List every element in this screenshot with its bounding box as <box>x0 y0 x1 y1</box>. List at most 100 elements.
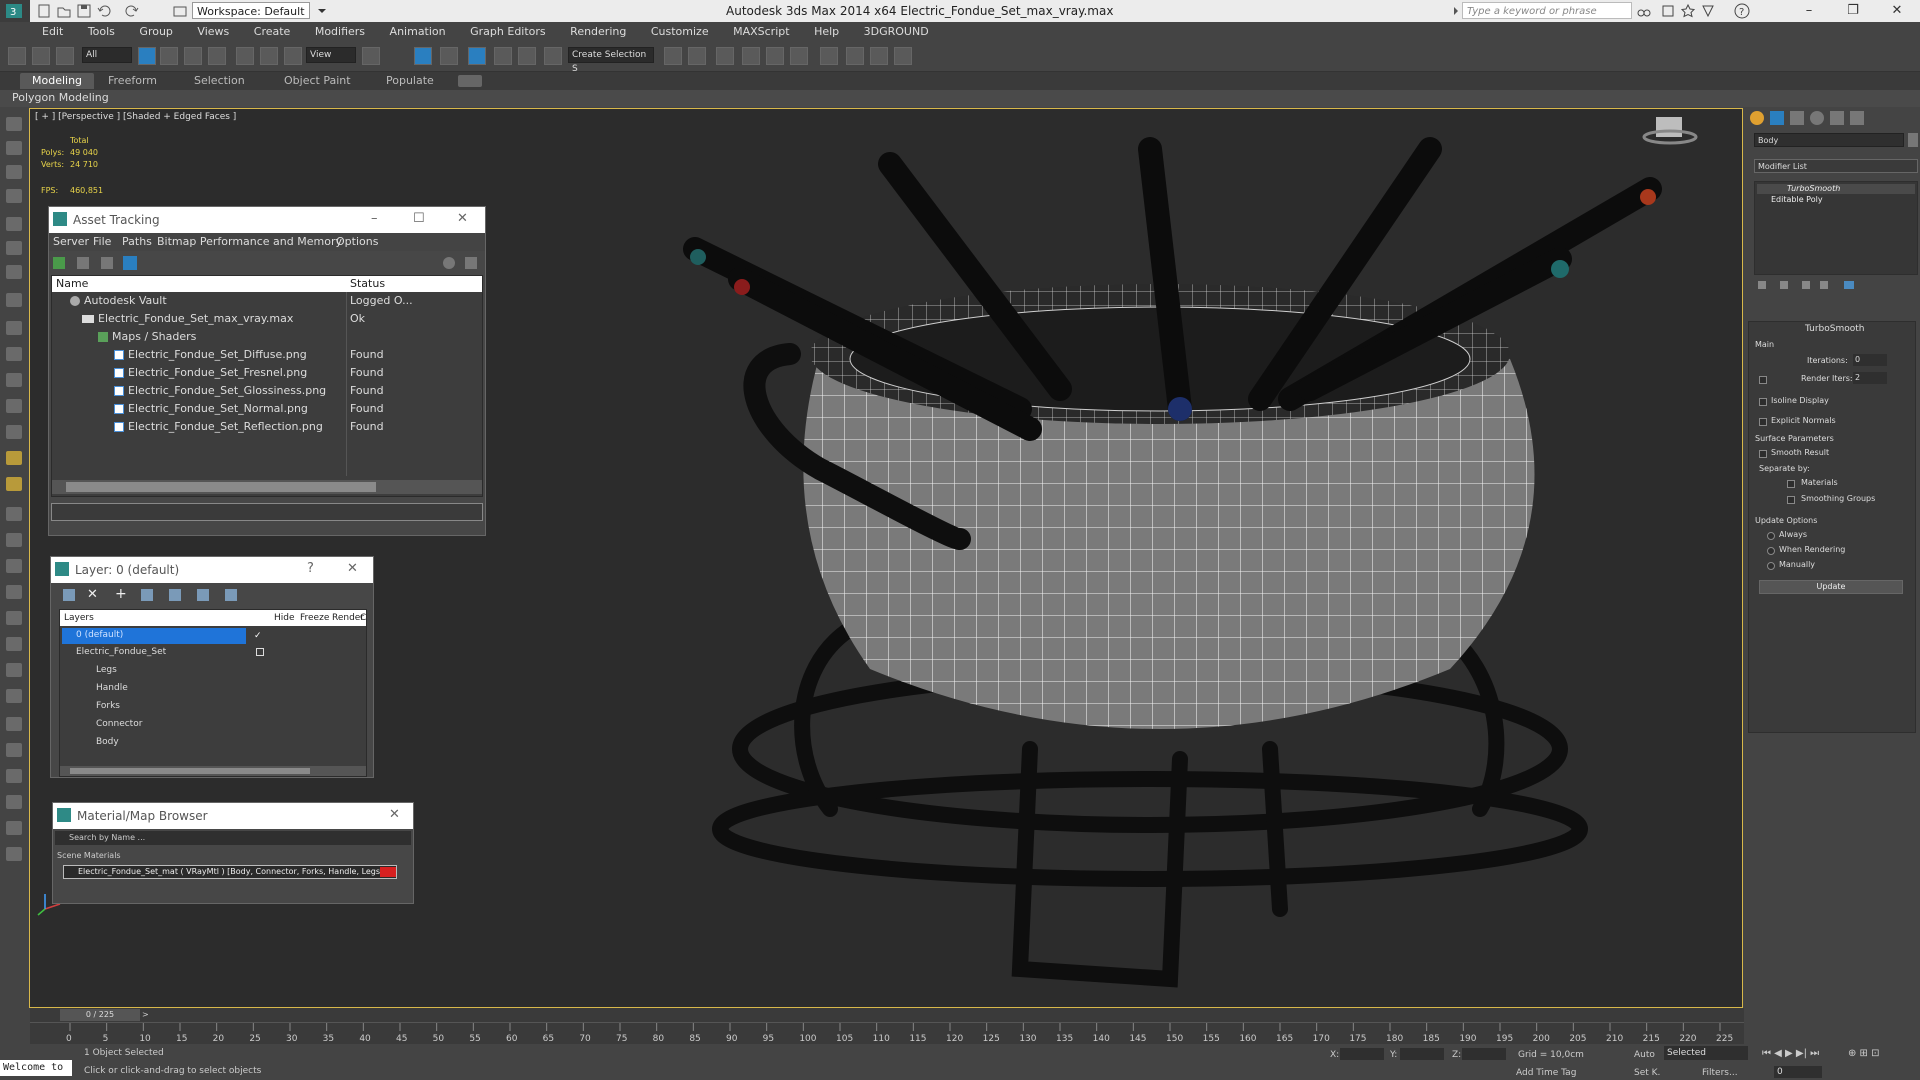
next-frame-icon[interactable]: > <box>142 1010 149 1019</box>
named-selection-set-dropdown[interactable]: Create Selection S <box>568 47 654 74</box>
layer-manager-icon[interactable] <box>716 47 734 65</box>
cylinder-icon[interactable] <box>6 189 22 203</box>
minimize-icon[interactable]: – <box>371 211 378 226</box>
smoothing-groups-checkbox[interactable] <box>1787 496 1795 504</box>
remove-modifier-icon[interactable] <box>1820 281 1828 289</box>
auto-key-button[interactable]: Auto <box>1634 1050 1655 1060</box>
camera-icon[interactable] <box>6 217 22 231</box>
maximize-icon[interactable]: ☐ <box>413 211 425 226</box>
isoline-display-checkbox[interactable] <box>1759 398 1767 406</box>
menu-modifiers[interactable]: Modifiers <box>303 22 374 38</box>
column-freeze[interactable]: Freeze <box>300 610 329 626</box>
horizontal-scrollbar[interactable] <box>52 480 482 494</box>
refresh-icon[interactable] <box>53 257 65 269</box>
cloth-icon[interactable] <box>6 611 22 625</box>
scrollbar-thumb[interactable] <box>70 768 310 774</box>
explicit-normals-checkbox[interactable] <box>1759 418 1767 426</box>
layer-titlebar[interactable]: Layer: 0 (default) ? ✕ <box>51 557 373 583</box>
cone-icon[interactable] <box>6 399 22 413</box>
polygon-modeling-label[interactable]: Polygon Modeling <box>12 91 109 104</box>
select-object-icon[interactable] <box>138 47 156 65</box>
pyramid-icon[interactable] <box>6 425 22 439</box>
project-folder-icon[interactable] <box>172 3 188 19</box>
menu-views[interactable]: Views <box>185 22 238 38</box>
tab-modeling[interactable]: Modeling <box>20 73 95 89</box>
stack-item-editable-poly[interactable]: Editable Poly <box>1757 195 1915 205</box>
select-by-name-icon[interactable] <box>160 47 178 65</box>
layer-active-box[interactable] <box>256 648 264 656</box>
x-coord-field[interactable] <box>1340 1048 1384 1060</box>
new-file-icon[interactable] <box>36 3 52 19</box>
material-editor-icon[interactable] <box>820 47 838 65</box>
selection-filter-dropdown[interactable]: All <box>82 47 132 63</box>
app-logo-icon[interactable]: 3 <box>0 0 30 22</box>
hide-all-icon[interactable] <box>197 589 209 601</box>
script-icon[interactable] <box>6 743 22 757</box>
info-center-icon[interactable] <box>1700 3 1716 19</box>
menu-help[interactable]: Help <box>802 22 848 38</box>
bone-icon[interactable] <box>6 533 22 547</box>
menu-3dground[interactable]: 3DGROUND <box>852 22 938 38</box>
close-icon[interactable]: ✕ <box>457 211 468 226</box>
horizontal-scrollbar[interactable] <box>60 766 366 776</box>
show-end-result-icon[interactable] <box>1780 281 1788 289</box>
add-to-layer-icon[interactable]: + <box>115 586 127 602</box>
select-rotate-icon[interactable] <box>260 47 278 65</box>
add-time-tag-label[interactable]: Add Time Tag <box>1516 1068 1576 1078</box>
help-icon[interactable]: ? <box>1734 3 1750 19</box>
column-layers[interactable]: Layers <box>64 610 94 626</box>
smooth-result-checkbox[interactable] <box>1759 450 1767 458</box>
helper-icon[interactable] <box>6 265 22 279</box>
update-button[interactable]: Update <box>1759 580 1903 594</box>
asset-tracking-titlebar[interactable]: Asset Tracking – ☐ ✕ <box>49 207 485 233</box>
open-file-icon[interactable] <box>56 3 72 19</box>
scene-materials-header[interactable]: Scene Materials <box>57 851 121 860</box>
tab-selection[interactable]: Selection <box>194 74 245 87</box>
table-row[interactable]: Electric_Fondue_Set_Diffuse.png Found <box>52 346 482 364</box>
workspace-dropdown[interactable]: Workspace: Default <box>192 2 310 19</box>
menu-maxscript[interactable]: MAXScript <box>721 22 798 38</box>
z-coord-field[interactable] <box>1462 1048 1506 1060</box>
delete-layer-icon[interactable]: ✕ <box>87 587 98 602</box>
menu-rendering[interactable]: Rendering <box>558 22 635 38</box>
tab-freeform[interactable]: Freeform <box>108 74 157 87</box>
sun-light-icon[interactable] <box>6 451 22 465</box>
biped-icon[interactable] <box>6 559 22 573</box>
table-view-icon[interactable] <box>123 256 137 270</box>
y-coord-field[interactable] <box>1400 1048 1444 1060</box>
window-crossing-icon[interactable] <box>208 47 226 65</box>
list-view-icon[interactable] <box>77 257 89 269</box>
close-icon[interactable]: ✕ <box>389 807 400 822</box>
table-row[interactable]: Electric_Fondue_Set_Glossiness.png Found <box>52 382 482 400</box>
stack-item-turbosmooth[interactable]: TurboSmooth <box>1757 184 1915 194</box>
minimize-button[interactable]: – <box>1794 2 1824 20</box>
menu-animation[interactable]: Animation <box>378 22 455 38</box>
tab-object-paint[interactable]: Object Paint <box>284 74 351 87</box>
keyboard-shortcut-override-icon[interactable] <box>440 47 458 65</box>
settings-icon[interactable] <box>6 795 22 809</box>
select-manipulate-icon[interactable] <box>414 47 432 65</box>
layer-row[interactable]: Electric_Fondue_Set <box>60 644 366 662</box>
rendered-frame-window-icon[interactable] <box>870 47 888 65</box>
tab-populate[interactable]: Populate <box>386 74 434 87</box>
subscription-icon[interactable] <box>1660 3 1676 19</box>
percent-snap-icon[interactable] <box>518 47 536 65</box>
light-icon[interactable] <box>6 241 22 255</box>
mirror-icon[interactable] <box>664 47 682 65</box>
redo-icon[interactable] <box>124 3 140 19</box>
materials-checkbox[interactable] <box>1787 480 1795 488</box>
filters-button[interactable]: Filters... <box>1702 1068 1738 1078</box>
help-icon[interactable] <box>443 257 455 269</box>
edit-named-selection-icon[interactable] <box>544 47 562 65</box>
utility-icon[interactable] <box>6 769 22 783</box>
favorites-star-icon[interactable] <box>1680 3 1696 19</box>
settings-icon[interactable] <box>465 257 477 269</box>
active-layer-check-icon[interactable]: ✓ <box>254 628 262 644</box>
key-filter-dropdown[interactable]: Selected <box>1664 1046 1748 1060</box>
track-bar[interactable]: 0 5 10 15 20 25 30 35 40 45 50 55 60 65 70 75 80 85 90 95 10… <box>30 1022 1744 1045</box>
table-row[interactable]: Autodesk Vault Logged O... <box>52 292 482 310</box>
sphere-icon[interactable] <box>6 165 22 179</box>
layer-help-icon[interactable]: ? <box>307 561 314 576</box>
configure-sets-icon[interactable] <box>1844 281 1854 289</box>
table-row[interactable]: Electric_Fondue_Set_Reflection.png Found <box>52 418 482 436</box>
